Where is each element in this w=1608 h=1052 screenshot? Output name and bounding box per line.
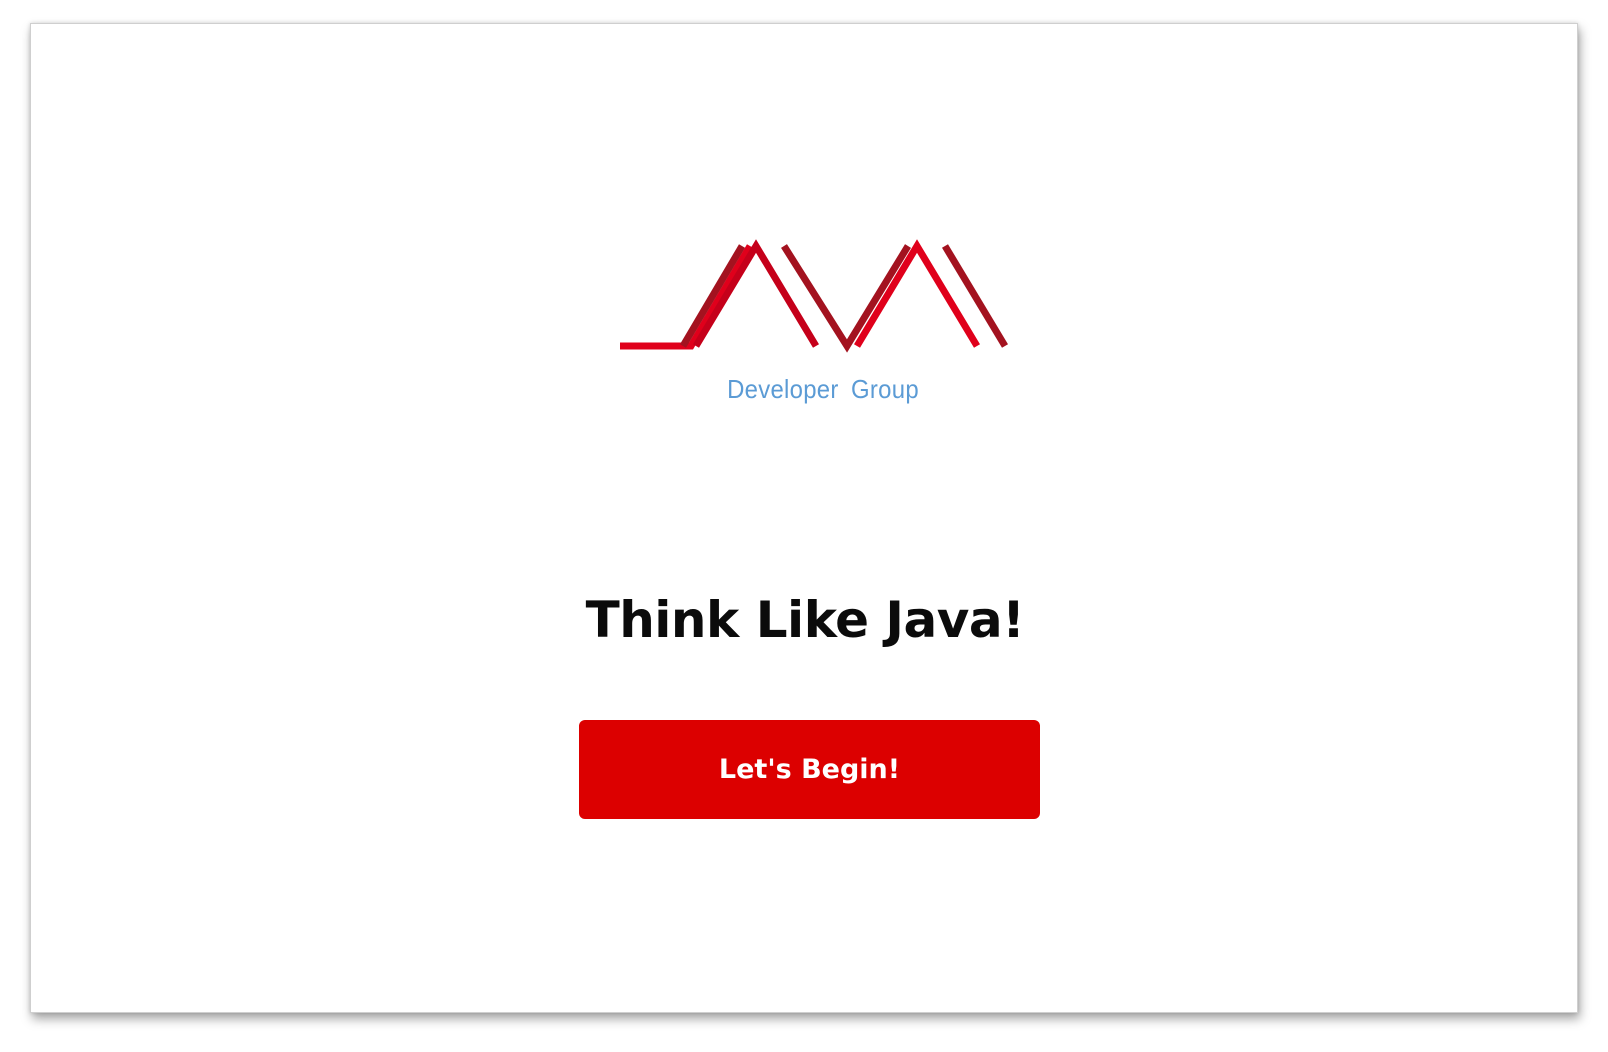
java-wordmark-logo-icon bbox=[620, 239, 1009, 353]
lets-begin-button-label: Let's Begin! bbox=[718, 754, 901, 785]
page: Developer Group Think Like Java! Let's B… bbox=[0, 0, 1608, 1052]
page-title: Think Like Java! bbox=[585, 591, 1025, 649]
java-developer-group-logo: Developer Group bbox=[603, 224, 1043, 424]
lets-begin-button[interactable]: Let's Begin! bbox=[579, 720, 1040, 819]
logo-subtitle: Developer Group bbox=[727, 374, 919, 404]
welcome-card: Developer Group Think Like Java! Let's B… bbox=[30, 23, 1578, 1013]
